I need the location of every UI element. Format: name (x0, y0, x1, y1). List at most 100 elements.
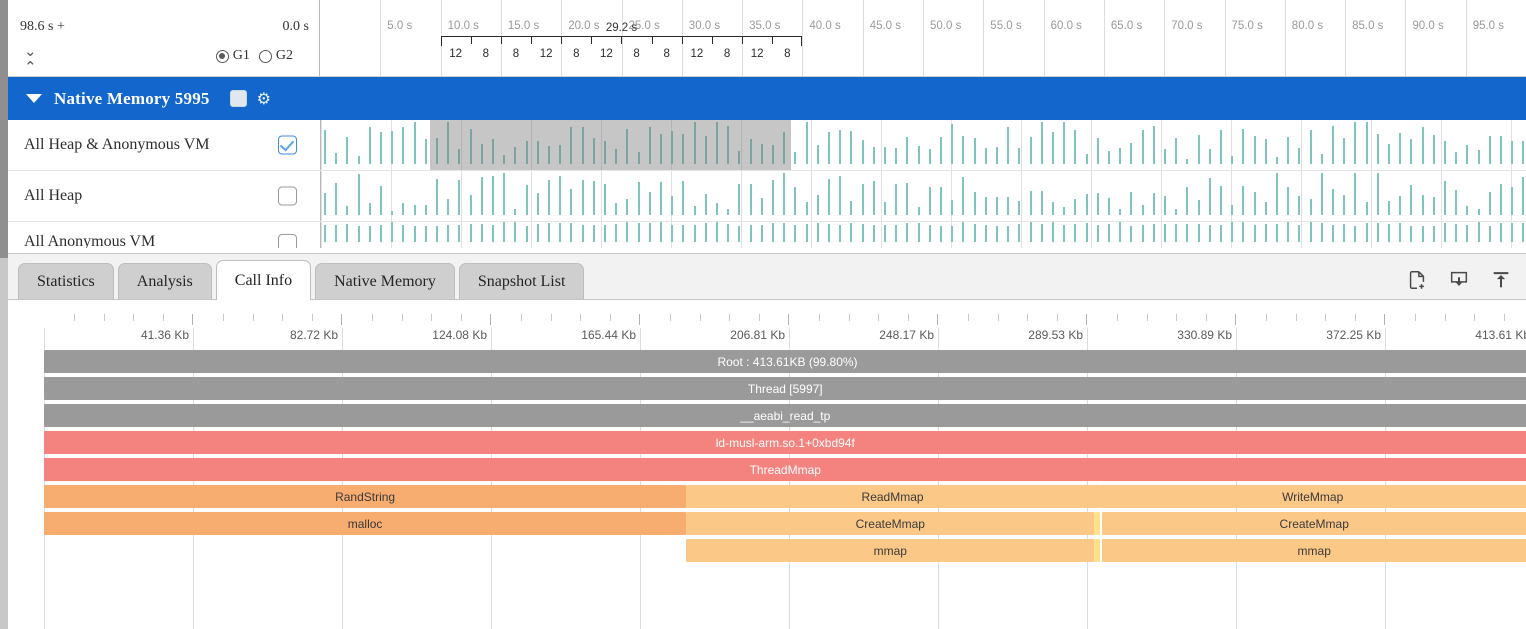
chart-bar (817, 223, 819, 242)
timeline-selection-overlay[interactable] (430, 120, 792, 170)
flamegraph-frame[interactable]: ld-musl-arm.so.1+0xbd94f (44, 431, 1526, 454)
scrollbar-thumb[interactable] (0, 0, 8, 258)
chart-bar (335, 183, 337, 215)
radio-g2[interactable]: G2 (259, 48, 293, 64)
chevron-down-icon[interactable]: ⌄ (24, 44, 37, 59)
import-icon[interactable] (1448, 269, 1470, 291)
chart-bar (705, 223, 707, 242)
flamegraph-frame[interactable]: __aeabi_read_tp (44, 404, 1526, 427)
flamegraph-frame[interactable] (1094, 539, 1100, 562)
track-row[interactable]: All Heap (8, 171, 1526, 222)
flamegraph-frame[interactable]: CreateMmap (686, 512, 1094, 535)
chart-bar (1410, 185, 1412, 215)
chart-bar (1366, 122, 1368, 164)
track-row[interactable]: All Heap & Anonymous VM (8, 120, 1526, 171)
chart-bar (649, 192, 651, 215)
chart-bar (794, 187, 796, 215)
chart-bar (671, 196, 673, 215)
chart-bar (1466, 225, 1468, 242)
track-label: All Heap & Anonymous VM (24, 136, 209, 154)
new-document-icon[interactable] (1406, 269, 1428, 291)
flamegraph[interactable]: 41.36 Kb82.72 Kb124.08 Kb165.44 Kb206.81… (8, 300, 1526, 629)
group-header-native-memory[interactable]: Native Memory 5995 ⚙ (8, 77, 1526, 120)
flamegraph-frame[interactable] (1094, 512, 1100, 535)
track-chart[interactable] (320, 120, 1526, 170)
track-checkbox[interactable] (278, 136, 297, 155)
chart-bar (1265, 139, 1267, 164)
window-scrollbar[interactable] (0, 0, 8, 629)
tab-native-memory[interactable]: Native Memory (315, 263, 455, 299)
chart-bar (1298, 225, 1300, 242)
chart-bar (783, 223, 785, 242)
track-chart[interactable] (320, 222, 1526, 248)
chart-bar (1018, 148, 1020, 164)
chart-bar (358, 174, 360, 215)
chart-gridline (321, 222, 322, 248)
flamegraph-frame[interactable]: ThreadMmap (44, 458, 1526, 481)
chart-bar (694, 225, 696, 242)
chart-bar (1366, 202, 1368, 215)
axis-minor-tick (223, 314, 224, 321)
flamegraph-frame[interactable]: mmap (686, 539, 1094, 562)
chart-gridline (1021, 120, 1022, 170)
chart-bar (615, 203, 617, 215)
radio-g1-dot[interactable] (216, 50, 229, 63)
chart-bar (1466, 145, 1468, 164)
export-icon[interactable] (1490, 269, 1512, 291)
track-checkbox[interactable] (278, 187, 297, 206)
chart-bar (548, 180, 550, 215)
chart-bar (1175, 224, 1177, 242)
flamegraph-frame[interactable]: RandString (44, 485, 686, 508)
axis-minor-tick (1474, 314, 1475, 321)
chart-bar (492, 225, 494, 242)
chart-bar (481, 177, 483, 215)
flamegraph-frame[interactable]: ReadMmap (686, 485, 1099, 508)
chart-bar (1052, 202, 1054, 215)
ruler-tick: 5.0 s (380, 0, 381, 76)
axis-minor-tick (1266, 314, 1267, 321)
tab-analysis[interactable]: Analysis (118, 263, 212, 299)
selection-segment-count: 8 (633, 48, 639, 60)
flamegraph-frame[interactable]: mmap (1102, 539, 1526, 562)
selection-segment-count: 8 (724, 48, 730, 60)
axis-minor-tick (282, 314, 283, 321)
flamegraph-frame[interactable]: WriteMmap (1099, 485, 1526, 508)
radio-g1[interactable]: G1 (216, 48, 250, 64)
chart-bar (761, 225, 763, 242)
track-checkbox[interactable] (278, 234, 297, 248)
chart-bar (884, 202, 886, 215)
chart-bar (1298, 148, 1300, 164)
triangle-expanded-icon[interactable] (26, 94, 42, 103)
flamegraph-frame[interactable]: malloc (44, 512, 686, 535)
chart-bar (1030, 191, 1032, 215)
flamegraph-frame[interactable]: Thread [5997] (44, 377, 1526, 400)
chart-bar (1254, 136, 1256, 164)
chevron-up-icon[interactable]: ⌃ (24, 60, 37, 75)
track-row[interactable]: All Anonymous VM (8, 222, 1526, 248)
radio-g2-dot[interactable] (259, 50, 272, 63)
chart-bar (1074, 224, 1076, 242)
chart-bar (1041, 224, 1043, 242)
chart-bar (514, 222, 516, 242)
group-checkbox[interactable] (230, 90, 247, 107)
chart-gridline (881, 120, 882, 170)
flamegraph-frames[interactable]: Root : 413.61KB (99.80%) Thread [5997] __a… (44, 350, 1526, 566)
selection-tick (621, 36, 622, 44)
chart-bar (694, 206, 696, 215)
chart-bar (414, 122, 416, 164)
tab-bar: Statistics Analysis Call Info Native Mem… (8, 254, 1526, 300)
tab-call-info[interactable]: Call Info (216, 260, 311, 300)
flamegraph-row: mallocCreateMmapCreateMmap (44, 512, 1526, 537)
chart-bar (1254, 225, 1256, 242)
flamegraph-row: __aeabi_read_tp (44, 404, 1526, 429)
chart-bar (1478, 150, 1480, 164)
timeline-scale[interactable]: 5.0 s10.0 s15.0 s20.0 s25.0 s30.0 s35.0 … (320, 0, 1526, 76)
ruler-tick-label: 45.0 s (870, 20, 901, 32)
flamegraph-frame[interactable]: Root : 413.61KB (99.80%) (44, 350, 1526, 373)
gear-icon[interactable]: ⚙ (257, 91, 271, 107)
tab-snapshot-list[interactable]: Snapshot List (459, 263, 585, 299)
flamegraph-frame[interactable]: CreateMmap (1102, 512, 1526, 535)
track-chart[interactable] (320, 171, 1526, 221)
tab-statistics[interactable]: Statistics (18, 263, 114, 299)
chart-bar (839, 225, 841, 242)
